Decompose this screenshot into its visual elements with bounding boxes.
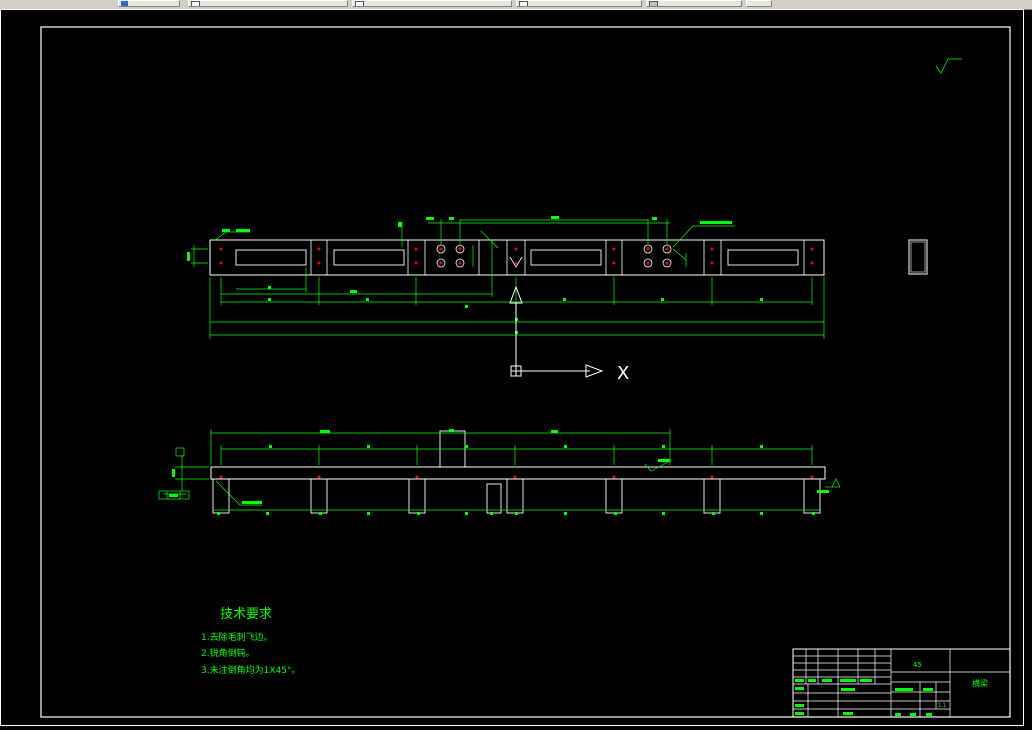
beam-top-outline: [209, 239, 825, 276]
slot: [530, 249, 602, 266]
technical-requirements: 技术要求 1.去除毛刺飞边。 2.锐角倒钝。 3.未注倒角均为1X45°。: [201, 607, 300, 676]
title-block-part-name: 横梁: [972, 678, 988, 688]
taskbar-item-2[interactable]: [188, 0, 348, 7]
outer-frame: [0, 9, 1024, 726]
taskbar-item-6[interactable]: [746, 0, 772, 7]
tech-req-title: 技术要求: [220, 607, 272, 622]
top-dimensions: [191, 219, 825, 339]
document-icon: [191, 1, 200, 6]
beam-front-outline: [210, 466, 826, 480]
slot: [235, 249, 307, 266]
front-dim-text-marks: [169, 429, 829, 515]
center-marks: [219, 247, 814, 265]
front-dimensions: [163, 429, 841, 511]
ucs-icon: [509, 285, 604, 378]
slot: [333, 249, 405, 266]
inner-frame: [40, 26, 1011, 718]
window-icon: [649, 1, 658, 6]
taskbar-item-1[interactable]: [118, 0, 180, 7]
title-block-marks: [795, 679, 933, 716]
title-block-material: 45: [913, 661, 922, 669]
tech-req-item: 2.锐角倒钝。: [201, 647, 255, 659]
holes: [436, 244, 672, 268]
slot: [727, 249, 799, 266]
taskbar-item-4[interactable]: [516, 0, 642, 7]
tech-req-item: 3.未注倒角均为1X45°。: [201, 664, 300, 676]
document-icon: [519, 1, 528, 6]
title-block-scale: 1:1: [938, 703, 946, 709]
divisions: [310, 240, 805, 275]
document-icon: [355, 1, 364, 6]
top-view: X: [187, 216, 928, 384]
front-center-marks: [219, 475, 814, 479]
taskbar-item-3[interactable]: [352, 0, 512, 7]
datum-box: [175, 447, 185, 457]
cad-drawing-canvas[interactable]: X 技术要求 1.去除毛刺飞边。 2.锐角倒钝。 3.未注倒角均为1X45°。 …: [0, 9, 1032, 730]
blue-arrow-icon: [121, 1, 128, 6]
tech-req-item: 1.去除毛刺飞边。: [201, 631, 273, 643]
front-feet: [212, 430, 821, 514]
side-view-section: [908, 239, 928, 275]
front-view: [158, 429, 841, 515]
taskbar-item-5[interactable]: [646, 0, 742, 7]
roughness-symbol: [935, 58, 962, 74]
axis-x-label: X: [617, 363, 629, 384]
cad-drawing[interactable]: X 技术要求 1.去除毛刺飞边。 2.锐角倒钝。 3.未注倒角均为1X45°。 …: [0, 9, 1032, 730]
